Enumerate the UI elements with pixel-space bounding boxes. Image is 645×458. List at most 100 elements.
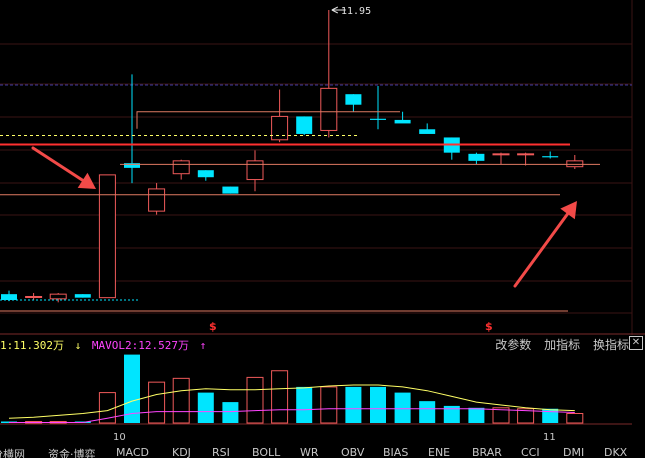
change-params-button[interactable]: 改参数 <box>495 338 531 352</box>
candle[interactable] <box>468 152 485 165</box>
candle-body[interactable] <box>98 174 116 299</box>
candle[interactable] <box>370 86 386 130</box>
volume-bar[interactable] <box>320 386 338 424</box>
volume-bar[interactable] <box>246 376 264 424</box>
candle[interactable] <box>542 151 559 159</box>
candle-body[interactable] <box>542 156 559 158</box>
candle-body[interactable] <box>419 129 436 134</box>
candle-body[interactable] <box>49 293 67 300</box>
candle[interactable] <box>419 123 436 134</box>
candle-body[interactable] <box>148 188 166 212</box>
candle[interactable] <box>320 10 338 138</box>
signal-marker-left: $ <box>209 320 217 333</box>
candle[interactable] <box>296 116 313 136</box>
indicator-toolbar: 改参数 加指标 换指标 <box>486 336 629 353</box>
candle[interactable] <box>222 186 239 194</box>
candle-body[interactable] <box>296 116 313 134</box>
candle-body[interactable] <box>222 186 239 194</box>
candle[interactable] <box>49 292 67 303</box>
candle-body[interactable] <box>345 94 362 105</box>
volume-bar[interactable] <box>296 386 313 423</box>
candle[interactable] <box>345 94 362 112</box>
mavol2-value: MAVOL2:12.527万 <box>91 339 189 352</box>
volume-bar[interactable] <box>419 401 436 423</box>
candle[interactable] <box>271 89 289 143</box>
candle[interactable] <box>492 152 510 165</box>
annotation-arrow-left-icon <box>77 172 96 189</box>
tab-indicator[interactable]: 资金·博弈 <box>48 446 96 458</box>
tab-indicator[interactable]: BIAS <box>383 446 408 458</box>
volume-bar[interactable] <box>566 413 584 424</box>
tab-indicator[interactable]: KDJ <box>172 446 191 458</box>
candle[interactable] <box>517 152 535 166</box>
candle[interactable] <box>25 292 43 300</box>
candle-body[interactable] <box>492 153 510 156</box>
candle-body[interactable] <box>197 170 214 178</box>
candle[interactable] <box>98 174 116 299</box>
candle[interactable] <box>246 150 264 192</box>
volume-bar[interactable] <box>370 386 386 423</box>
mavol2-line <box>9 408 575 424</box>
volume-bar[interactable] <box>197 392 214 423</box>
month-label-11: 11 <box>543 432 556 443</box>
candle-body[interactable] <box>74 294 91 298</box>
volume-bar[interactable] <box>345 386 362 423</box>
volume-bar[interactable] <box>222 402 239 423</box>
tab-indicator[interactable]: ENE <box>428 446 450 458</box>
volume-bar[interactable] <box>172 377 190 424</box>
candle-body[interactable] <box>172 160 190 175</box>
tab-indicator[interactable]: WR <box>300 446 319 458</box>
candle-body[interactable] <box>394 119 411 124</box>
candle-body[interactable] <box>320 87 338 131</box>
candle[interactable] <box>197 170 214 181</box>
candle-body[interactable] <box>517 153 535 156</box>
candle[interactable] <box>566 155 584 170</box>
annotation-arrow-left-shaft <box>31 146 85 182</box>
upper-box-line <box>136 111 400 129</box>
swap-indicator-button[interactable]: 换指标 <box>593 338 629 352</box>
candle[interactable] <box>74 294 91 298</box>
high-price-marker: 11.95 <box>341 6 371 17</box>
tab-indicator[interactable]: MACD <box>116 446 149 458</box>
tab-indicator[interactable]: DKX <box>604 446 627 458</box>
candle[interactable] <box>443 137 460 160</box>
tab-indicator[interactable]: RSI <box>212 446 230 458</box>
candle[interactable] <box>172 159 190 180</box>
candlestick-series[interactable] <box>1 10 584 303</box>
candle-body[interactable] <box>1 294 17 300</box>
mavol1-line <box>8 384 575 419</box>
volume-bar[interactable] <box>271 370 289 424</box>
tab-indicator[interactable]: CCI <box>521 446 540 458</box>
tab-indicator[interactable]: OBV <box>341 446 364 458</box>
volume-bar[interactable] <box>394 392 411 423</box>
volume-bar[interactable] <box>148 381 166 424</box>
mavol1-arrow-icon: ↓ <box>74 339 82 352</box>
close-icon[interactable]: ✕ <box>629 336 643 350</box>
indicator-tab-bar: 分横网 资金·博弈 MACD KDJ RSI BOLL WR OBV BIAS ENE BRAR CC… <box>0 446 645 458</box>
candle-body[interactable] <box>271 115 289 141</box>
volume-legend: 1:11.302万 ↓ MAVOL2:12.527万 ↑ <box>0 337 210 353</box>
signal-marker-right: $ <box>485 320 493 333</box>
candle[interactable] <box>124 74 140 184</box>
month-label-10: 10 <box>113 432 126 443</box>
volume-bar[interactable] <box>468 407 485 423</box>
candle-body[interactable] <box>566 160 584 168</box>
mavol2-arrow-icon: ↑ <box>199 339 207 352</box>
candle[interactable] <box>148 183 166 215</box>
stock-chart-canvas[interactable]: 11.95 $ $ 10 11 <box>0 0 645 455</box>
mavol1-value: 1:11.302万 <box>0 339 64 352</box>
add-indicator-button[interactable]: 加指标 <box>544 338 580 352</box>
tab-indicator[interactable]: BRAR <box>472 446 502 458</box>
chart-grid <box>0 0 645 335</box>
candle[interactable] <box>394 111 411 124</box>
annotation-arrow-right-shaft <box>513 212 570 288</box>
tab-indicator[interactable]: BOLL <box>252 446 280 458</box>
volume-moving-averages <box>0 384 632 425</box>
candle-body[interactable] <box>25 295 43 298</box>
tab-indicator[interactable]: 分横网 <box>0 446 25 458</box>
tab-indicator[interactable]: DMI <box>563 446 584 458</box>
annotation-arrow-right-icon <box>560 201 577 220</box>
candle-body[interactable] <box>246 160 264 181</box>
candle-body[interactable] <box>370 118 386 120</box>
candle-body[interactable] <box>468 153 485 161</box>
